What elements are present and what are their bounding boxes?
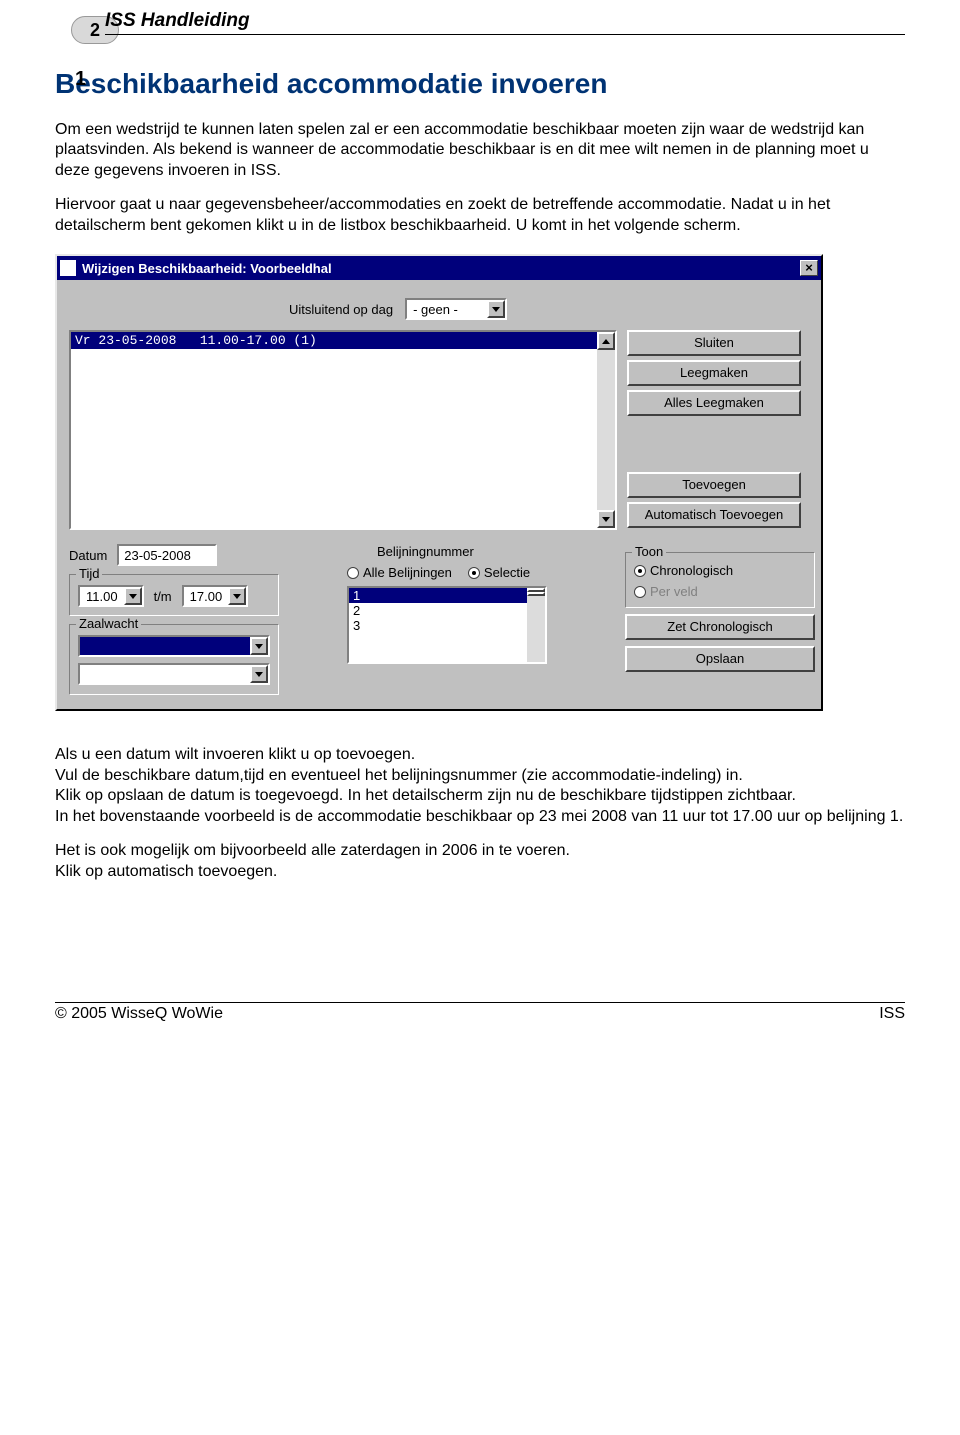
zaalwacht-dropdown-1[interactable] (78, 635, 270, 657)
zet-chronologisch-button[interactable]: Zet Chronologisch (625, 614, 815, 640)
belijning-radio-alle[interactable]: Alle Belijningen (347, 565, 452, 580)
tijd-legend: Tijd (76, 566, 102, 581)
intro-paragraph-1: Om een wedstrijd te kunnen laten spelen … (55, 120, 905, 181)
automatisch-toevoegen-button[interactable]: Automatisch Toevoegen (627, 502, 801, 528)
window-title: Wijzigen Beschikbaarheid: Voorbeeldhal (82, 261, 800, 276)
belijning-label: Belijningnummer (377, 544, 617, 559)
list-item[interactable]: 2 (349, 603, 527, 618)
zaalwacht-group: Zaalwacht (69, 624, 279, 695)
scroll-up-icon[interactable] (597, 332, 615, 350)
list-item[interactable]: 3 (349, 618, 527, 633)
radio-icon (634, 586, 646, 598)
titlebar[interactable]: Wijzigen Beschikbaarheid: Voorbeeldhal × (57, 256, 821, 280)
day-filter-dropdown[interactable]: - geen - (405, 298, 507, 320)
tijd-to-value: 17.00 (184, 587, 229, 605)
alles-leegmaken-button[interactable]: Alles Leegmaken (627, 390, 801, 416)
list-item[interactable]: Vr 23-05-2008 11.00-17.00 (1) (71, 332, 597, 349)
chevron-down-icon[interactable] (250, 637, 268, 655)
system-icon (60, 260, 76, 276)
close-button[interactable]: × (800, 260, 818, 276)
radio-label: Chronologisch (650, 563, 733, 578)
chevron-down-icon[interactable] (124, 587, 142, 605)
doc-title: ISS Handleiding (105, 10, 250, 32)
radio-icon (347, 567, 359, 579)
tijd-from-dropdown[interactable]: 11.00 (78, 585, 144, 607)
after-paragraph-1: Als u een datum wilt invoeren klikt u op… (55, 745, 905, 827)
belijning-listbox[interactable]: 1 2 3 (347, 586, 547, 664)
belijning-scrollbar[interactable] (527, 588, 545, 662)
scroll-down-icon[interactable] (527, 592, 545, 596)
datum-label: Datum (69, 548, 107, 563)
chevron-down-icon[interactable] (228, 587, 246, 605)
dialog-window: Wijzigen Beschikbaarheid: Voorbeeldhal ×… (55, 254, 823, 711)
section-title: Beschikbaarheid accommodatie invoeren (55, 68, 905, 100)
tijd-group: Tijd 11.00 t/m 17.00 (69, 574, 279, 616)
radio-icon (634, 565, 646, 577)
after-paragraph-2: Het is ook mogelijk om bijvoorbeeld alle… (55, 841, 905, 882)
sluiten-button[interactable]: Sluiten (627, 330, 801, 356)
list-item[interactable]: 1 (349, 588, 527, 603)
opslaan-button[interactable]: Opslaan (625, 646, 815, 672)
toon-group: Toon Chronologisch Per veld (625, 552, 815, 608)
section-number: 1 (75, 68, 86, 91)
tijd-to-dropdown[interactable]: 17.00 (182, 585, 249, 607)
tijd-from-value: 11.00 (80, 587, 124, 605)
toon-radio-chrono[interactable]: Chronologisch (634, 563, 806, 578)
tijd-separator: t/m (154, 589, 172, 604)
zaalwacht-value-1 (80, 637, 250, 655)
chevron-down-icon[interactable] (487, 300, 505, 318)
doc-header: 2 ISS Handleiding (55, 10, 905, 38)
toon-radio-perveld: Per veld (634, 584, 806, 599)
radio-icon (468, 567, 480, 579)
toevoegen-button[interactable]: Toevoegen (627, 472, 801, 498)
belijning-radio-selectie[interactable]: Selectie (468, 565, 530, 580)
availability-listbox[interactable]: Vr 23-05-2008 11.00-17.00 (1) (69, 330, 617, 530)
intro-paragraph-2: Hiervoor gaat u naar gegevensbeheer/acco… (55, 195, 905, 236)
listbox-scrollbar[interactable] (597, 332, 615, 528)
day-filter-label: Uitsluitend op dag (289, 302, 393, 317)
leegmaken-button[interactable]: Leegmaken (627, 360, 801, 386)
chevron-down-icon[interactable] (250, 665, 268, 683)
radio-label: Alle Belijningen (363, 565, 452, 580)
radio-label: Selectie (484, 565, 530, 580)
datum-input[interactable]: 23-05-2008 (117, 544, 217, 566)
toon-legend: Toon (632, 544, 666, 559)
day-filter-value: - geen - (407, 300, 487, 318)
footer-right: ISS (879, 1005, 905, 1023)
zaalwacht-legend: Zaalwacht (76, 616, 141, 631)
footer-left: © 2005 WisseQ WoWie (55, 1005, 223, 1023)
header-rule (105, 34, 905, 35)
scroll-down-icon[interactable] (597, 510, 615, 528)
zaalwacht-value-2 (80, 665, 250, 683)
page-footer: © 2005 WisseQ WoWie ISS (55, 1002, 905, 1023)
radio-label: Per veld (650, 584, 698, 599)
zaalwacht-dropdown-2[interactable] (78, 663, 270, 685)
scrollbar-track[interactable] (597, 350, 615, 510)
